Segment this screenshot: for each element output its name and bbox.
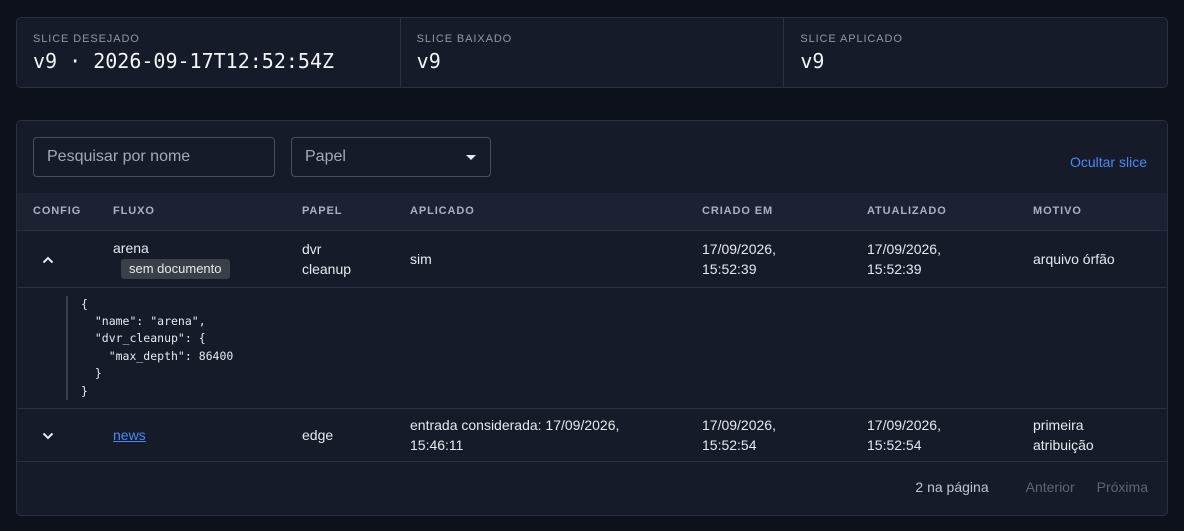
reason-text: atribuição [1033, 436, 1094, 453]
created-date: 17/09/2026, [702, 416, 776, 433]
table-header-row: CONFIG FLUXO PAPEL APLICADO CRIADO EM AT… [17, 193, 1167, 231]
updated-date: 17/09/2026, [867, 240, 941, 257]
page-count: 2 na página [915, 479, 989, 495]
applied-time: 15:46:11 [410, 436, 464, 453]
slice-downloaded-value: v9 [416, 49, 441, 73]
slice-applied-cell: SLICE APLICADO v9 [783, 18, 1167, 87]
flow-name: arena [113, 240, 149, 256]
flow-cell: news [97, 408, 286, 462]
flow-cell: arena sem documento [97, 230, 286, 288]
no-document-badge: sem documento [121, 259, 230, 279]
created-date: 17/09/2026, [702, 240, 776, 257]
col-header-flow: FLUXO [97, 193, 286, 231]
streams-table: CONFIG FLUXO PAPEL APLICADO CRIADO EM AT… [17, 193, 1167, 462]
slice-desired-label: SLICE DESEJADO [33, 33, 140, 45]
slice-status-card: SLICE DESEJADO v9 · 2026-09-17T12:52:54Z… [16, 17, 1168, 88]
chevron-down-icon[interactable] [33, 425, 63, 445]
hide-slice-button[interactable]: Ocultar slice [1070, 154, 1147, 170]
role-cell: dvr cleanup [286, 230, 394, 288]
col-header-applied: APLICADO [394, 193, 686, 231]
caret-down-icon [466, 155, 476, 160]
role-text: cleanup [302, 260, 352, 277]
role-text: dvr [302, 240, 322, 257]
reason-text: primeira [1033, 416, 1084, 433]
role-select[interactable]: Papel [291, 137, 491, 177]
slice-downloaded-label: SLICE BAIXADO [416, 33, 513, 45]
reason-cell: primeira atribuição [1017, 408, 1167, 462]
streams-panel: Papel Ocultar slice CONFIG FLUXO PAPEL A… [16, 120, 1168, 516]
created-cell: 17/09/2026, 15:52:39 [686, 230, 851, 288]
applied-text: entrada considerada: 17/09/2026, [410, 416, 620, 433]
slice-applied-label: SLICE APLICADO [800, 33, 903, 45]
reason-cell: arquivo órfão [1017, 230, 1167, 288]
role-cell: edge [286, 408, 394, 462]
col-header-role: PAPEL [286, 193, 394, 231]
updated-cell: 17/09/2026, 15:52:39 [851, 230, 1017, 288]
col-header-created: CRIADO EM [686, 193, 851, 231]
created-time: 15:52:39 [702, 260, 757, 277]
updated-time: 15:52:39 [867, 260, 922, 277]
updated-cell: 17/09/2026, 15:52:54 [851, 408, 1017, 462]
col-header-updated: ATUALIZADO [851, 193, 1017, 231]
toolbar: Papel Ocultar slice [17, 121, 1167, 193]
slice-desired-cell: SLICE DESEJADO v9 · 2026-09-17T12:52:54Z [17, 18, 400, 87]
slice-desired-value: v9 · 2026-09-17T12:52:54Z [33, 49, 335, 73]
col-header-config: CONFIG [17, 193, 97, 231]
slice-downloaded-cell: SLICE BAIXADO v9 [399, 18, 784, 87]
applied-cell: entrada considerada: 17/09/2026, 15:46:1… [394, 408, 686, 462]
config-cell [17, 408, 97, 462]
updated-date: 17/09/2026, [867, 416, 941, 433]
flow-link[interactable]: news [113, 427, 146, 443]
next-page-button[interactable]: Próxima [1097, 479, 1148, 495]
table-row[interactable]: arena sem documento dvr cleanup sim 17/0… [17, 230, 1167, 288]
config-detail-row: { "name": "arena", "dvr_cleanup": { "max… [17, 287, 1167, 409]
chevron-up-icon[interactable] [33, 249, 63, 269]
pagination: 2 na página Anterior Próxima [17, 459, 1167, 515]
created-time: 15:52:54 [702, 436, 757, 453]
config-detail-cell: { "name": "arena", "dvr_cleanup": { "max… [17, 287, 1167, 409]
slice-applied-value: v9 [800, 49, 825, 73]
updated-time: 15:52:54 [867, 436, 922, 453]
config-cell [17, 230, 97, 288]
applied-cell: sim [394, 230, 686, 288]
created-cell: 17/09/2026, 15:52:54 [686, 408, 851, 462]
config-json: { "name": "arena", "dvr_cleanup": { "max… [66, 295, 1167, 400]
search-input[interactable] [33, 137, 275, 177]
col-header-reason: MOTIVO [1017, 193, 1167, 231]
role-select-value: Papel [305, 148, 346, 165]
prev-page-button[interactable]: Anterior [1026, 479, 1075, 495]
table-row[interactable]: news edge entrada considerada: 17/09/202… [17, 408, 1167, 462]
